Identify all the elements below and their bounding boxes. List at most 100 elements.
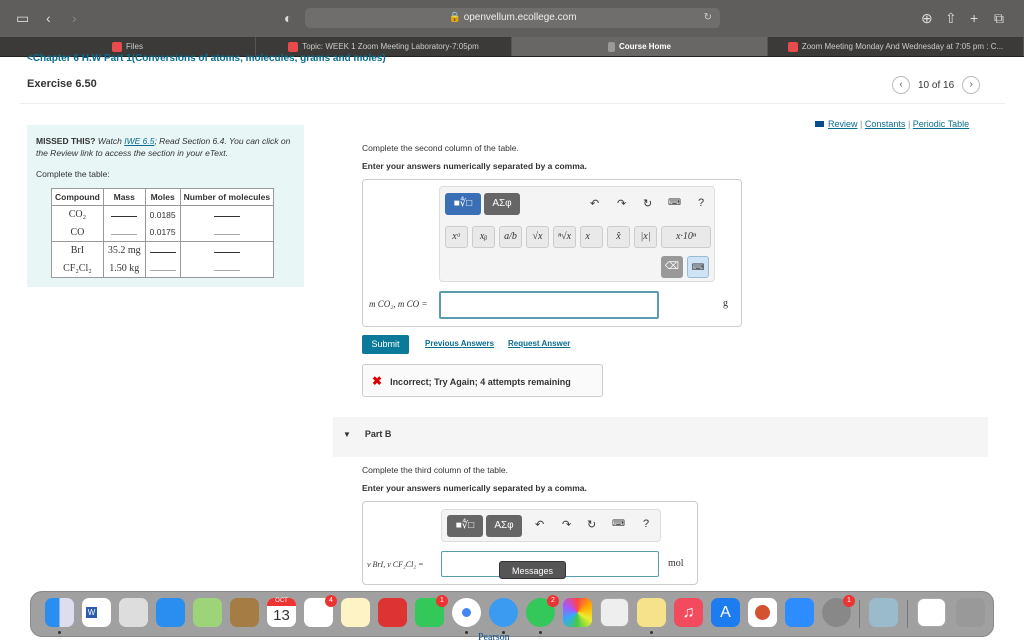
new-tab-icon[interactable]: + — [970, 10, 978, 26]
key-fraction[interactable]: a/b — [499, 226, 522, 248]
periodic-table-link[interactable]: Periodic Table — [913, 119, 969, 129]
forward-icon[interactable]: › — [72, 10, 77, 26]
powerpoint-icon[interactable] — [748, 598, 777, 627]
undo-icon[interactable]: ↶ — [535, 518, 544, 531]
redo-icon[interactable]: ↷ — [617, 197, 626, 210]
intro-panel: MISSED THIS? Watch IWE 6.5; Read Section… — [27, 125, 304, 287]
math-keys: xᵃ xᵦ a/b √x ⁿ√x x⃗ x̂ |x| x·10ⁿ — [445, 226, 711, 250]
table-row: CF₂Cl₂ 1.50 kg — [51, 259, 275, 278]
part-a-input[interactable] — [439, 291, 659, 319]
address-bar[interactable]: 🔒 openvellum.ecollege.com ↻ — [305, 8, 720, 28]
download-icon[interactable]: ⊕ — [921, 10, 933, 27]
submit-button[interactable]: Submit — [362, 335, 409, 354]
resource-links: Review | Constants | Periodic Table — [815, 119, 969, 129]
screenshot-icon[interactable] — [600, 598, 629, 627]
part-b-prompt: Complete the third column of the table. — [362, 465, 508, 475]
keyboard-icon[interactable]: ⌨ — [668, 197, 681, 208]
feedback-message: ✖ Incorrect; Try Again; 4 attempts remain… — [362, 364, 603, 397]
chrome-icon[interactable] — [452, 598, 481, 634]
breadcrumb[interactable]: <Chapter 6 H.W Part 1(Conversions of ato… — [27, 53, 386, 64]
calendar-icon[interactable]: OCT 13 — [267, 598, 296, 627]
key-vector[interactable]: x⃗ — [580, 226, 603, 248]
reset-icon[interactable]: ↻ — [587, 518, 596, 531]
recent-document-icon[interactable] — [917, 598, 946, 627]
reminders-icon[interactable]: 4 — [304, 595, 337, 627]
tab-overview-icon[interactable]: ⧉ — [994, 10, 1004, 27]
music-icon[interactable]: ♫ — [674, 598, 703, 627]
facetime-icon[interactable]: 1 — [415, 595, 448, 627]
caret-down-icon: ▼ — [343, 430, 351, 439]
key-superscript[interactable]: xᵃ — [445, 226, 468, 248]
page-title: Exercise 6.50 — [27, 78, 97, 90]
request-answer-link[interactable]: Request Answer — [508, 339, 570, 348]
next-question-button[interactable]: › — [962, 76, 981, 94]
preview-icon[interactable] — [869, 598, 898, 627]
system-preferences-icon[interactable]: 1 — [822, 595, 855, 627]
key-unit-vector[interactable]: x̂ — [607, 226, 630, 248]
pager-text: 10 of 16 — [918, 79, 955, 91]
redo-icon[interactable]: ↷ — [562, 518, 571, 531]
app-store-icon[interactable]: A — [711, 598, 740, 627]
share-icon[interactable]: ⇧ — [945, 10, 957, 27]
keyboard-icon[interactable]: ⌨ — [612, 518, 625, 529]
dock-divider — [859, 600, 860, 628]
stickies-icon[interactable] — [637, 598, 666, 634]
table-row: CO 0.0175 — [51, 223, 275, 242]
mail-icon[interactable] — [156, 598, 185, 627]
key-scientific[interactable]: x·10ⁿ — [661, 226, 711, 248]
dock-divider — [907, 600, 908, 628]
previous-answers-link[interactable]: Previous Answers — [425, 339, 494, 348]
part-b-header[interactable]: ▼ Part B — [333, 417, 988, 457]
part-b-instruction: Enter your answers numerically separated… — [362, 483, 587, 493]
reload-icon[interactable]: ↻ — [704, 8, 712, 28]
backspace-icon[interactable]: ⌫ — [661, 256, 683, 278]
tab-course-home[interactable]: Course Home — [512, 37, 768, 56]
messages-tooltip[interactable]: Messages — [499, 561, 566, 579]
undo-icon[interactable]: ↶ — [590, 197, 599, 210]
math-toolbar: ■∜□ ΑΣφ ↶ ↷ ↻ ⌨ ? xᵃ xᵦ a/b √x ⁿ√x x⃗ x̂… — [439, 186, 715, 282]
help-button[interactable]: ? — [643, 518, 649, 530]
url-text: openvellum.ecollege.com — [463, 12, 577, 23]
word-icon[interactable]: W — [82, 598, 111, 627]
part-a-unit: g — [723, 298, 728, 309]
key-nth-root[interactable]: ⁿ√x — [553, 226, 576, 248]
canvas-icon — [288, 41, 299, 52]
part-a-instruction: Enter your answers numerically separated… — [362, 161, 587, 171]
reset-icon[interactable]: ↻ — [643, 197, 652, 210]
contacts-icon[interactable] — [230, 598, 259, 627]
key-abs[interactable]: |x| — [634, 226, 657, 248]
symbols-button[interactable]: ΑΣφ — [486, 515, 522, 537]
pearson-logo: Pearson — [478, 632, 510, 643]
photos-icon[interactable] — [563, 598, 592, 627]
key-sqrt[interactable]: √x — [526, 226, 549, 248]
key-subscript[interactable]: xᵦ — [472, 226, 495, 248]
iwe-link[interactable]: IWE 6.5 — [124, 136, 154, 146]
table-row: CO₂ 0.0185 — [51, 205, 275, 224]
table-row: BrI 35.2 mg — [51, 241, 275, 260]
zoom-icon[interactable] — [785, 598, 814, 627]
shield-icon[interactable]: ◐ — [284, 10, 292, 26]
templates-button[interactable]: ■∜□ — [447, 515, 483, 537]
trash-icon[interactable] — [956, 598, 985, 627]
photo-booth-icon[interactable] — [378, 598, 407, 627]
notes-icon[interactable] — [341, 598, 370, 627]
sidebar-icon[interactable]: ▭ — [16, 10, 29, 27]
messages-icon[interactable]: 2 — [526, 595, 559, 634]
launchpad-icon[interactable] — [119, 598, 148, 627]
safari-icon[interactable] — [489, 598, 518, 634]
browser-toolbar: ▭ ‹ › ◐ 🔒 openvellum.ecollege.com ↻ ⊕ ⇧ +… — [0, 0, 1024, 37]
finder-icon[interactable] — [45, 598, 74, 634]
templates-button[interactable]: ■∜□ — [445, 193, 481, 215]
maps-icon[interactable] — [193, 598, 222, 627]
divider — [20, 103, 1005, 104]
keyboard-toggle-icon[interactable]: ⌨ — [687, 256, 709, 278]
symbols-button[interactable]: ΑΣφ — [484, 193, 520, 215]
help-button[interactable]: ? — [698, 197, 704, 209]
back-icon[interactable]: ‹ — [46, 10, 51, 26]
constants-link[interactable]: Constants — [865, 119, 906, 129]
tab-zoom-meeting[interactable]: Zoom Meeting Monday And Wednesday at 7:0… — [768, 37, 1024, 56]
error-icon: ✖ — [372, 374, 383, 388]
review-link[interactable]: Review — [828, 119, 858, 129]
prev-question-button[interactable]: ‹ — [892, 76, 910, 94]
pager: ‹ 10 of 16 › — [892, 76, 981, 94]
